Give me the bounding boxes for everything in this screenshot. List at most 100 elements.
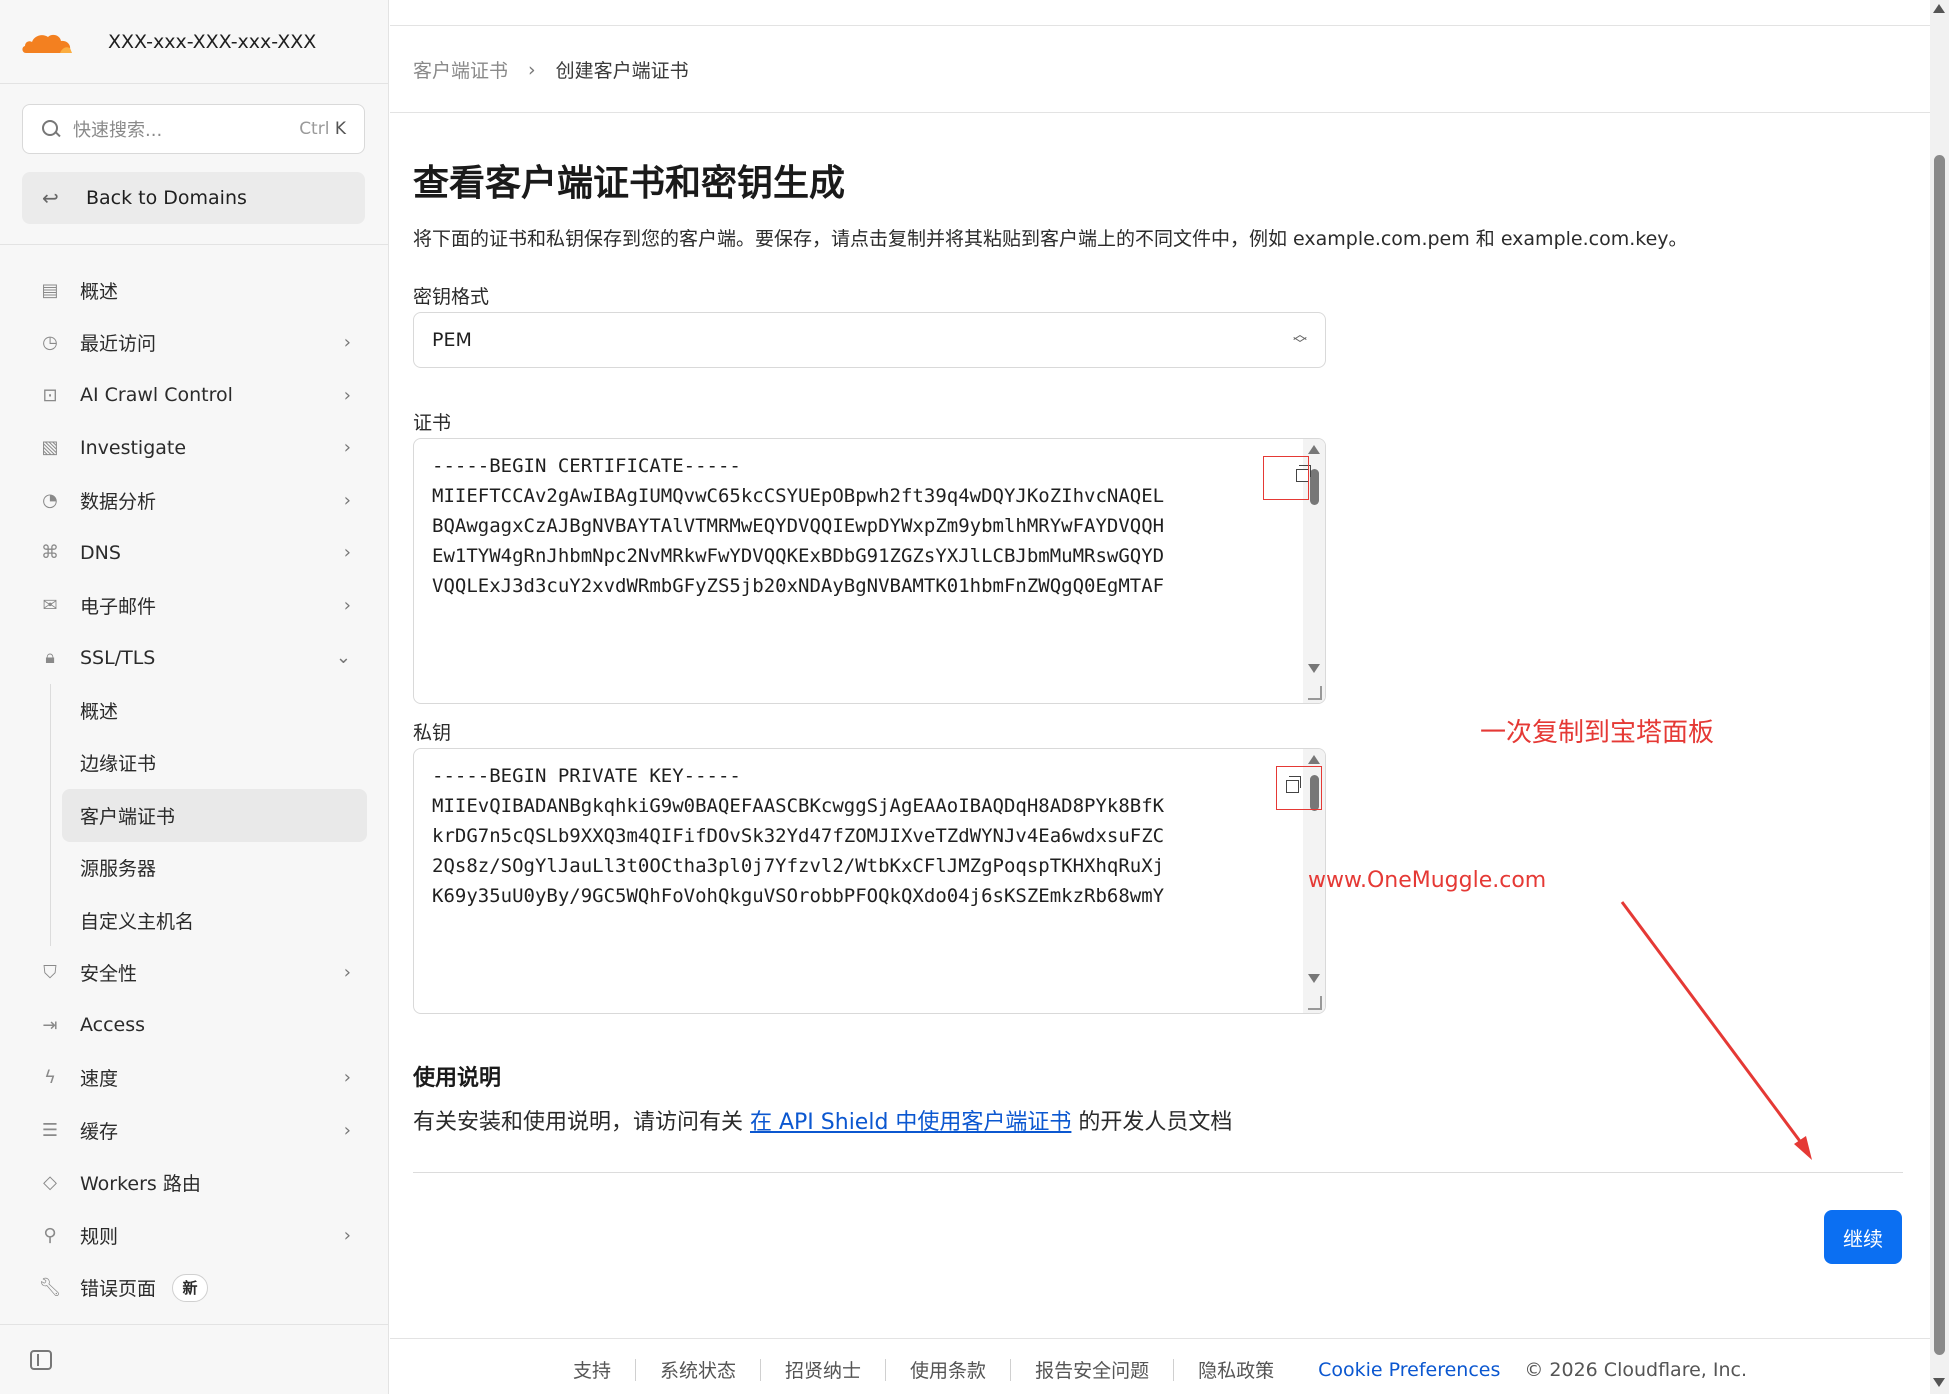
watermark: www.OneMuggle.com: [1308, 868, 1547, 893]
doc-icon: ▤: [41, 279, 59, 301]
private-key-label: 私钥: [413, 722, 452, 744]
chevron-right-icon: ›: [343, 594, 351, 616]
shield-icon: ⛉: [43, 962, 57, 984]
select-updown-icon: ︿ ﹀: [1293, 327, 1307, 353]
chevron-right-icon: ›: [343, 962, 351, 984]
sidebar-item-ai-crawl-control[interactable]: ⊡ AI Crawl Control ›: [0, 369, 389, 422]
continue-button[interactable]: 继续: [1824, 1210, 1902, 1264]
footer-link-careers[interactable]: 招贤纳士: [761, 1356, 885, 1383]
sidebar-item-error-pages[interactable]: 🔧︎ 错误页面 新: [0, 1262, 389, 1315]
sidebar-nav: ▤ 概述 ◷ 最近访问 › ⊡ AI Crawl Control › ▧ Inv…: [0, 264, 389, 1314]
quick-search-input[interactable]: 快速搜索... Ctrl K: [22, 104, 365, 154]
search-placeholder: 快速搜索...: [73, 120, 163, 141]
page-scroll-up-icon[interactable]: [1933, 4, 1945, 13]
bolt-icon: ϟ: [44, 1067, 56, 1089]
page-title: 查看客户端证书和密钥生成: [413, 163, 846, 204]
storage-icon: ☰: [41, 1119, 59, 1141]
sidebar-item-ssl-tls[interactable]: 🔒︎ SSL/TLS ⌄: [0, 632, 389, 685]
footer-link-status[interactable]: 系统状态: [636, 1356, 760, 1383]
ssl-tls-submenu: 概述 边缘证书 客户端证书 源服务器 自定义主机名: [0, 684, 389, 947]
scroll-up-icon[interactable]: [1308, 755, 1320, 764]
scroll-down-icon[interactable]: [1308, 664, 1320, 673]
footer: 支持 系统状态 招贤纳士 使用条款 报告安全问题 隐私政策 Cookie Pre…: [390, 1356, 1930, 1383]
sidebar-item-analytics[interactable]: ◔ 数据分析 ›: [0, 474, 389, 527]
sidebar-item-overview[interactable]: ▤ 概述: [0, 264, 389, 317]
chevron-right-icon: ›: [343, 1224, 351, 1246]
sidebar-item-security[interactable]: ⛉ 安全性 ›: [0, 947, 389, 1000]
sidebar-item-recent[interactable]: ◷ 最近访问 ›: [0, 317, 389, 370]
footer-divider: [390, 1338, 1930, 1339]
certificate-textarea[interactable]: -----BEGIN CERTIFICATE----- MIIEFTCCAv2g…: [413, 438, 1326, 704]
sidebar-item-rules[interactable]: ⚲ 规则 ›: [0, 1209, 389, 1262]
footer-link-terms[interactable]: 使用条款: [886, 1356, 1010, 1383]
robot-icon: ⊡: [42, 384, 58, 406]
usage-text: 有关安装和使用说明，请访问有关 在 API Shield 中使用客户端证书 的开…: [413, 1110, 1233, 1135]
resize-handle-icon[interactable]: [1308, 686, 1322, 700]
key-format-value: PEM: [432, 329, 472, 351]
back-to-domains-label: Back to Domains: [86, 187, 247, 209]
footer-link-cookie-preferences[interactable]: Cookie Preferences: [1298, 1359, 1520, 1381]
sidebar-item-dns[interactable]: ⌘ DNS ›: [0, 527, 389, 580]
wrench-icon: 🔧︎: [38, 1277, 62, 1299]
chevron-down-icon: ⌄: [335, 647, 351, 669]
footer-link-report-security[interactable]: 报告安全问题: [1011, 1356, 1173, 1383]
certificate-label: 证书: [413, 412, 452, 434]
content-divider: [413, 1172, 1903, 1173]
chevron-right-icon: ›: [343, 1119, 351, 1141]
annotation-box-certificate: [1263, 456, 1309, 500]
chevron-right-icon: ›: [343, 332, 351, 354]
main-content: 客户端证书 › 创建客户端证书 查看客户端证书和密钥生成 将下面的证书和私钥保存…: [390, 0, 1930, 1394]
annotation-arrow-icon: [1620, 901, 1812, 1160]
certificate-text: -----BEGIN CERTIFICATE----- MIIEFTCCAv2g…: [432, 455, 1165, 597]
diamond-icon: ◇: [43, 1172, 57, 1194]
new-badge: 新: [172, 1273, 209, 1302]
sidebar-header: XXX-xxx-XXX-xxx-XXX: [0, 0, 388, 84]
sidebar-collapse-icon[interactable]: [30, 1350, 52, 1370]
sidebar: XXX-xxx-XXX-xxx-XXX 快速搜索... Ctrl K ↩ Bac…: [0, 0, 389, 1394]
sidebar-item-cache[interactable]: ☰ 缓存 ›: [0, 1104, 389, 1157]
scroll-up-icon[interactable]: [1308, 445, 1320, 454]
sidebar-item-speed[interactable]: ϟ 速度 ›: [0, 1052, 389, 1105]
funnel-icon: ⚲: [43, 1224, 57, 1246]
account-name[interactable]: XXX-xxx-XXX-xxx-XXX: [108, 31, 316, 53]
footer-link-privacy[interactable]: 隐私政策: [1174, 1356, 1298, 1383]
chevron-right-icon: ›: [343, 384, 351, 406]
search-icon: [41, 119, 61, 139]
chevron-right-icon: ›: [343, 489, 351, 511]
key-format-select[interactable]: PEM ︿ ﹀: [413, 312, 1326, 368]
search-shortcut: Ctrl K: [299, 119, 346, 139]
sidebar-subitem-origin-server[interactable]: 源服务器: [0, 842, 389, 895]
usage-title: 使用说明: [413, 1066, 502, 1091]
private-key-textarea[interactable]: -----BEGIN PRIVATE KEY----- MIIEvQIBADAN…: [413, 748, 1326, 1014]
footer-link-support[interactable]: 支持: [549, 1356, 635, 1383]
page-scroll-down-icon[interactable]: [1933, 1378, 1945, 1387]
sidebar-bottom-divider: [0, 1324, 389, 1325]
cloudflare-logo-icon[interactable]: [20, 27, 76, 57]
chevron-right-icon: ›: [343, 542, 351, 564]
annotation-box-private-key: [1276, 766, 1322, 810]
scroll-down-icon[interactable]: [1308, 974, 1320, 983]
breadcrumb: 客户端证书 › 创建客户端证书: [413, 56, 689, 83]
sidebar-item-workers-routes[interactable]: ◇ Workers 路由: [0, 1157, 389, 1210]
header-divider: [390, 112, 1930, 113]
sidebar-item-email[interactable]: ✉ 电子邮件 ›: [0, 579, 389, 632]
api-shield-docs-link[interactable]: 在 API Shield 中使用客户端证书: [750, 1110, 1071, 1135]
sidebar-subitem-client-certificates[interactable]: 客户端证书: [62, 789, 367, 842]
key-format-label: 密钥格式: [413, 286, 490, 308]
back-to-domains-button[interactable]: ↩ Back to Domains: [22, 172, 365, 224]
back-arrow-icon: ↩: [42, 186, 59, 210]
resize-handle-icon[interactable]: [1308, 996, 1322, 1010]
sidebar-subitem-overview[interactable]: 概述: [0, 684, 389, 737]
sidebar-subitem-edge-certificates[interactable]: 边缘证书: [0, 737, 389, 790]
chevron-right-icon: ›: [343, 437, 351, 459]
breadcrumb-current: 创建客户端证书: [555, 60, 689, 82]
breadcrumb-client-certificates[interactable]: 客户端证书: [413, 56, 508, 83]
access-icon: ⇥: [42, 1014, 58, 1036]
sidebar-item-investigate[interactable]: ▧ Investigate ›: [0, 422, 389, 475]
pie-icon: ◔: [42, 489, 58, 511]
mail-icon: ✉: [42, 594, 58, 616]
sidebar-subitem-custom-hostnames[interactable]: 自定义主机名: [0, 894, 389, 947]
sidebar-item-access[interactable]: ⇥ Access: [0, 999, 389, 1052]
footer-copyright: © 2026 Cloudflare, Inc.: [1524, 1358, 1747, 1381]
page-scroll-thumb[interactable]: [1934, 155, 1945, 1355]
